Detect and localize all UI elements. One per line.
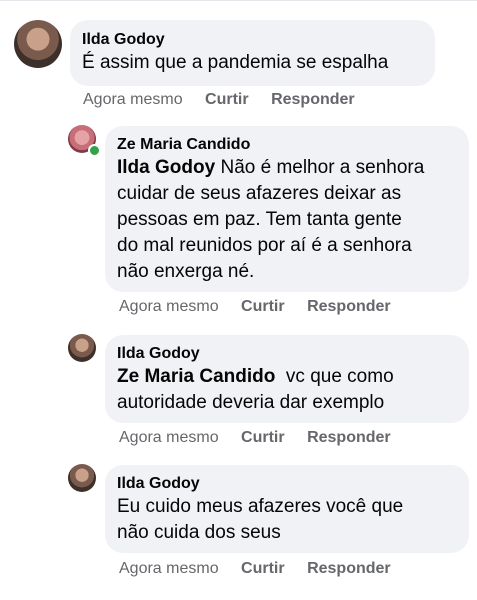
like-button[interactable]: Curtir	[205, 91, 249, 108]
comment-text-line: Não é melhor a senhora	[215, 157, 425, 178]
comment-timestamp[interactable]: Agora mesmo	[119, 429, 219, 446]
avatar-ilda-icon[interactable]	[68, 334, 96, 362]
comment-timestamp[interactable]: Agora mesmo	[119, 298, 219, 315]
comment-actions: Agora mesmo Curtir Responder	[83, 91, 373, 109]
reply-button[interactable]: Responder	[271, 91, 355, 108]
comment-text: Eu cuido meus afazeres você que não cuid…	[117, 494, 457, 546]
comment-timestamp[interactable]: Agora mesmo	[83, 91, 183, 108]
comment-text-line: Eu cuido meus afazeres você que	[117, 496, 404, 517]
reply-button[interactable]: Responder	[307, 560, 391, 577]
comment-bubble: Ilda Godoy Ze Maria Candido vc que como …	[105, 335, 469, 423]
comment-author[interactable]: Ilda Godoy	[82, 30, 423, 50]
comment-actions: Agora mesmo Curtir Responder	[119, 298, 409, 316]
comment-bubble: Ze Maria Candido Ilda Godoy Não é melhor…	[105, 126, 469, 292]
comment-bubble: Ilda Godoy Eu cuido meus afazeres você q…	[105, 465, 469, 553]
mention-link[interactable]: Ze Maria Candido	[117, 366, 275, 387]
comment-text-line: vc que como	[275, 366, 394, 387]
comment-author[interactable]: Ilda Godoy	[117, 344, 457, 364]
comment-text-line: cuidar de seus afazeres deixar as	[117, 183, 402, 204]
online-status-icon	[88, 144, 101, 157]
comment-actions: Agora mesmo Curtir Responder	[119, 560, 409, 578]
comment-author[interactable]: Ilda Godoy	[117, 474, 457, 494]
like-button[interactable]: Curtir	[241, 560, 285, 577]
like-button[interactable]: Curtir	[241, 298, 285, 315]
comment-text-line: não enxerga né.	[117, 261, 255, 282]
comment-text-line: do mal reunidos por aí é a senhora	[117, 235, 412, 256]
comment-text: Ze Maria Candido vc que como autoridade …	[117, 364, 457, 416]
reply-button[interactable]: Responder	[307, 298, 391, 315]
avatar-ilda-icon[interactable]	[68, 464, 96, 492]
avatar-ilda-icon[interactable]	[14, 20, 62, 68]
comment-text: É assim que a pandemia se espalha	[82, 52, 389, 73]
comment-timestamp[interactable]: Agora mesmo	[119, 560, 219, 577]
comment-text: Ilda Godoy Não é melhor a senhora cuidar…	[117, 155, 457, 285]
top-divider	[0, 0, 477, 1]
comment-actions: Agora mesmo Curtir Responder	[119, 429, 409, 447]
reply-button[interactable]: Responder	[307, 429, 391, 446]
comment-text-line: autoridade deveria dar exemplo	[117, 392, 385, 413]
comment-text-line: não cuida dos seus	[117, 522, 281, 543]
comment-author[interactable]: Ze Maria Candido	[117, 135, 457, 155]
comment-text-line: pessoas em paz. Tem tanta gente	[117, 209, 402, 230]
mention-link[interactable]: Ilda Godoy	[117, 157, 215, 178]
comment-bubble: Ilda Godoy É assim que a pandemia se esp…	[70, 20, 435, 86]
like-button[interactable]: Curtir	[241, 429, 285, 446]
